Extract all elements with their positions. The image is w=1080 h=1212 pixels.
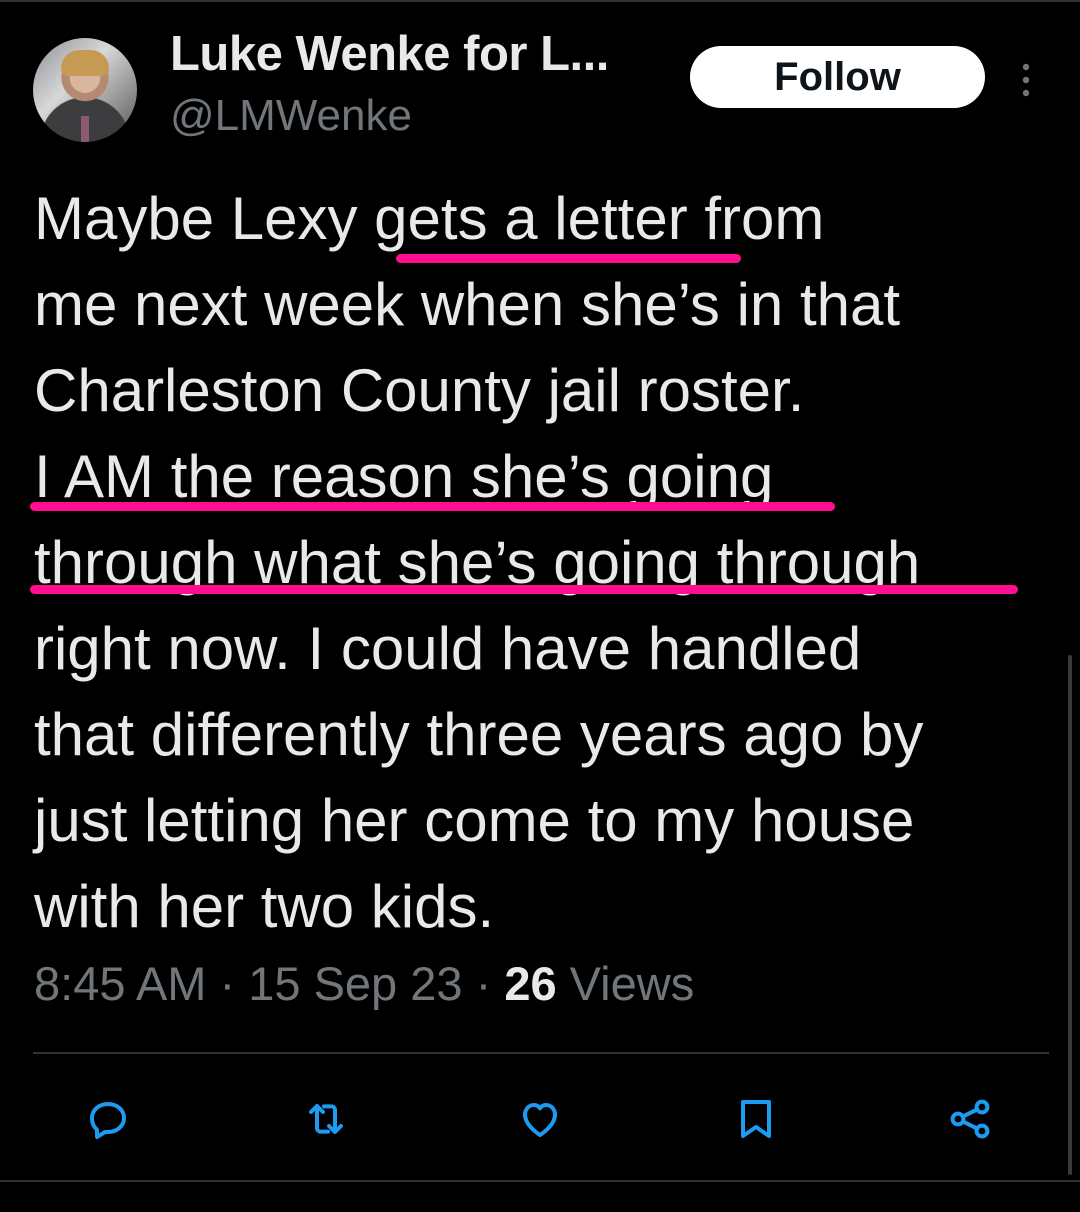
views-label: Views (569, 957, 695, 1010)
views-count: 26 (504, 957, 557, 1010)
reply-icon (90, 1102, 126, 1139)
tweet-text: Maybe Lexy gets a letter from me next we… (34, 176, 1054, 950)
avatar[interactable] (33, 38, 137, 142)
scrollbar-thumb[interactable] (1068, 655, 1072, 1175)
tweet-line: just letting her come to my house (34, 787, 915, 854)
highlight-underline (30, 502, 835, 511)
avatar-tie (81, 116, 89, 142)
tweet-line: with her two kids. (34, 873, 495, 940)
meta-separator: · (475, 957, 492, 1010)
bookmark-icon (741, 1100, 771, 1138)
tweet-line: me next week when she’s in that (34, 271, 901, 338)
author-display-name[interactable]: Luke Wenke for L... (170, 26, 609, 82)
highlight-underline (30, 585, 1018, 594)
more-options-icon[interactable] (1016, 62, 1036, 98)
tweet-date[interactable]: 15 Sep 23 (248, 957, 462, 1010)
tweet-line: Charleston County jail roster. (34, 357, 805, 424)
tweet-line: Maybe Lexy gets a letter from (34, 185, 825, 252)
avatar-hair (61, 50, 109, 76)
follow-button[interactable]: Follow (690, 46, 985, 108)
like-button[interactable] (516, 1095, 564, 1143)
tweet-time[interactable]: 8:45 AM (34, 957, 206, 1010)
top-divider (0, 0, 1080, 2)
reply-button[interactable] (84, 1095, 132, 1143)
retweet-icon (309, 1104, 343, 1134)
highlight-underline (396, 254, 741, 263)
author-handle[interactable]: @LMWenke (170, 91, 412, 141)
meta-separator: · (219, 957, 236, 1010)
share-icon (950, 1099, 990, 1139)
tweet-line: that differently three years ago by (34, 701, 924, 768)
tweet-meta: 8:45 AM · 15 Sep 23 · 26 Views (34, 956, 694, 1011)
share-button[interactable] (946, 1095, 994, 1143)
retweet-button[interactable] (302, 1095, 350, 1143)
bookmark-button[interactable] (732, 1095, 780, 1143)
actions-divider (33, 1052, 1049, 1054)
heart-icon (523, 1103, 557, 1137)
tweet-line: right now. I could have handled (34, 615, 862, 682)
bottom-divider (0, 1180, 1080, 1182)
